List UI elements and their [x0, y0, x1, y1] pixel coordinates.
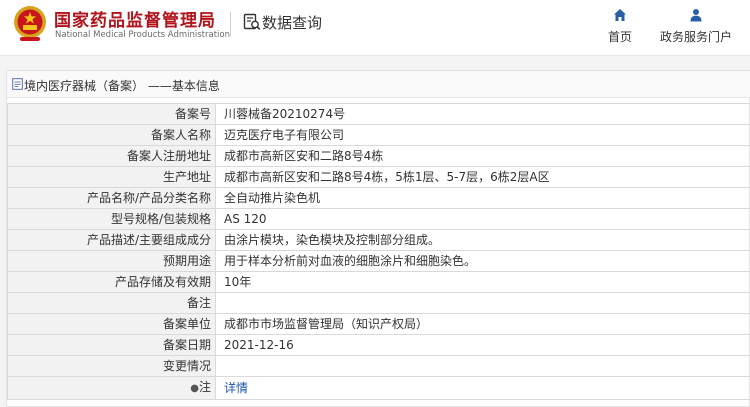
details-link[interactable]: 详情: [224, 381, 248, 395]
field-label: 备案单位: [7, 313, 216, 335]
field-value: 用于样本分析前对血液的细胞涂片和细胞染色。: [215, 250, 750, 272]
pin-icon: ●: [190, 383, 199, 394]
field-label: 备案日期: [7, 334, 216, 356]
field-value: 成都市高新区安和二路8号4栋: [215, 145, 750, 167]
field-label: 产品描述/主要组成成分: [7, 229, 216, 251]
field-value-note: 详情: [215, 376, 750, 400]
table-row: 型号规格/包装规格 AS 120: [7, 208, 750, 230]
document-icon: [12, 78, 23, 90]
field-value: 成都市市场监督管理局（知识产权局）: [215, 313, 750, 335]
table-row: 产品描述/主要组成成分 由涂片模块，染色模块及控制部分组成。: [7, 229, 750, 251]
table-row: 备案单位 成都市市场监督管理局（知识产权局）: [7, 313, 750, 335]
field-value: 由涂片模块，染色模块及控制部分组成。: [215, 229, 750, 251]
field-value: 2021-12-16: [215, 334, 750, 356]
main-content: 境内医疗器械（备案） ——基本信息 备案号 川蓉械备20210274号 备案人名称…: [0, 56, 750, 407]
table-row: 产品存储及有效期 10年: [7, 271, 750, 293]
field-value: 迈克医疗电子有限公司: [215, 124, 750, 146]
table-row: 备案人注册地址 成都市高新区安和二路8号4栋: [7, 145, 750, 167]
field-label: 产品名称/产品分类名称: [7, 187, 216, 209]
record-detail-table: 备案号 川蓉械备20210274号 备案人名称 迈克医疗电子有限公司 备案人注册地址…: [7, 103, 750, 400]
field-label: 备案人注册地址: [7, 145, 216, 167]
nav-service-portal-label: 政务服务门户: [659, 30, 732, 44]
table-row: 备案号 川蓉械备20210274号: [7, 103, 750, 125]
table-row: 预期用途 用于样本分析前对血液的细胞涂片和细胞染色。: [7, 250, 750, 272]
field-value: AS 120: [215, 208, 750, 230]
field-value: 全自动推片染色机: [215, 187, 750, 209]
field-label: 备案号: [7, 103, 216, 125]
table-row: 备注: [7, 292, 750, 314]
field-value: 川蓉械备20210274号: [215, 103, 750, 125]
field-label: 备注: [7, 292, 216, 314]
user-icon: [690, 9, 702, 22]
field-label: 变更情况: [7, 355, 216, 377]
site-logo-english: National Medical Products Administration: [55, 30, 230, 40]
detail-panel: 境内医疗器械（备案） ——基本信息 备案号 川蓉械备20210274号 备案人名称…: [6, 70, 750, 407]
nav-home[interactable]: 首页: [604, 8, 636, 45]
site-logo-text[interactable]: 国家药品监督管理局: [54, 6, 216, 31]
site-header: 国家药品监督管理局 National Medical Products Admi…: [0, 0, 750, 56]
home-icon: [614, 9, 626, 21]
field-value: 10年: [215, 271, 750, 293]
data-query-icon: [243, 13, 261, 30]
table-row-note: ●注 详情: [7, 376, 750, 400]
table-row: 变更情况: [7, 355, 750, 377]
nav-service-portal[interactable]: 政务服务门户: [657, 8, 735, 45]
note-label: 注: [198, 380, 211, 394]
field-label: 生产地址: [7, 166, 216, 188]
table-row: 备案日期 2021-12-16: [7, 334, 750, 356]
field-label: 备案人名称: [7, 124, 216, 146]
header-divider: [230, 12, 231, 36]
nav-home-label: 首页: [607, 30, 632, 44]
field-value: 成都市高新区安和二路8号4栋，5栋1层、5-7层，6栋2层A区: [215, 166, 750, 188]
field-label: 产品存储及有效期: [7, 271, 216, 293]
national-emblem-icon: [14, 6, 46, 41]
table-row: 备案人名称 迈克医疗电子有限公司: [7, 124, 750, 146]
table-row: 产品名称/产品分类名称 全自动推片染色机: [7, 187, 750, 209]
field-value: [215, 292, 750, 314]
breadcrumb-text: 境内医疗器械（备案） ——基本信息: [24, 79, 220, 93]
field-label: 预期用途: [7, 250, 216, 272]
table-row: 生产地址 成都市高新区安和二路8号4栋，5栋1层、5-7层，6栋2层A区: [7, 166, 750, 188]
field-value: [215, 355, 750, 377]
field-label-note: ●注: [7, 376, 216, 400]
breadcrumb: 境内医疗器械（备案） ——基本信息: [7, 71, 750, 98]
field-label: 型号规格/包装规格: [7, 208, 216, 230]
page-section-title: 数据查询: [262, 14, 323, 32]
